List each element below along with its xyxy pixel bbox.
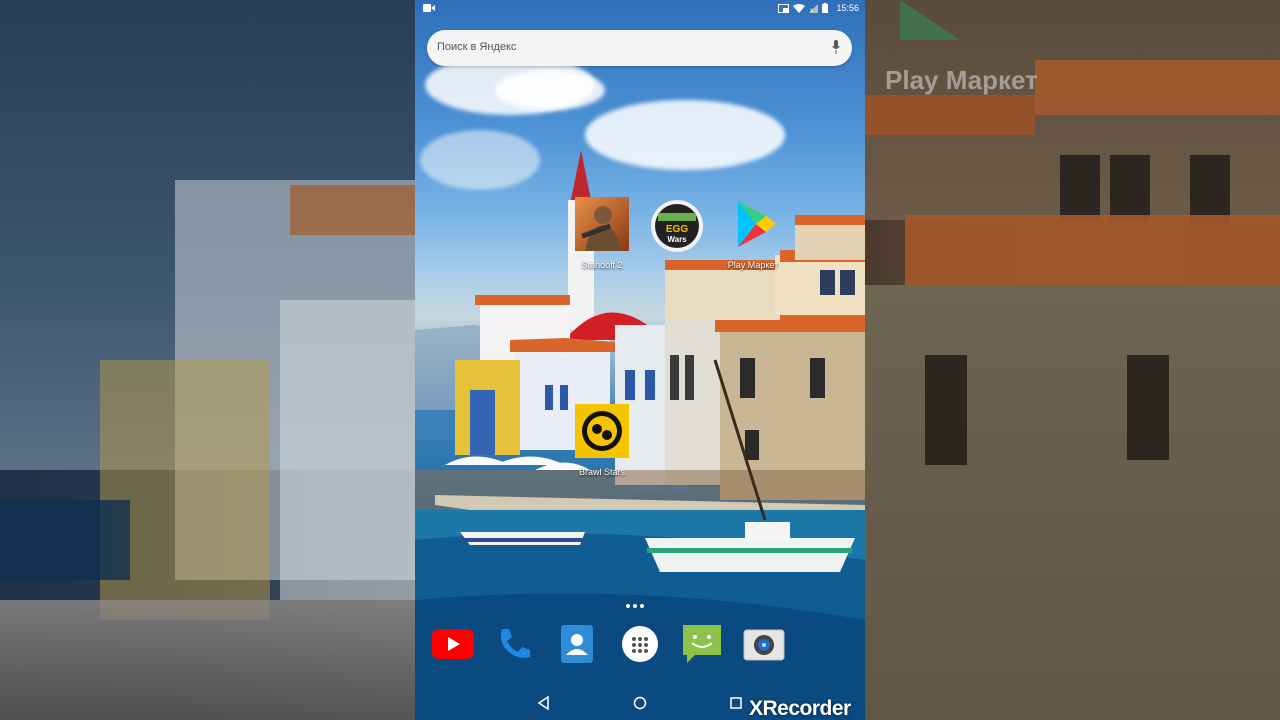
bg-roof	[290, 185, 415, 235]
bg-window	[925, 355, 967, 465]
bg-window	[1060, 155, 1100, 220]
brawl-stars-icon	[575, 404, 629, 458]
app-standoff2[interactable]: Standoff 2	[562, 197, 642, 270]
bg-play-icon-ghost	[900, 0, 960, 40]
battery-icon	[822, 3, 829, 13]
phone-screen: x 15:56 Поиск в Яндекс Standoff 2 EGG Wa…	[415, 0, 865, 720]
svg-text:Wars: Wars	[667, 235, 687, 244]
left-blurred-background	[0, 0, 415, 720]
nav-back[interactable]	[535, 694, 553, 712]
app-drawer-icon	[622, 626, 658, 662]
bg-wall	[865, 285, 1280, 720]
status-icons: x 15:56	[778, 3, 859, 13]
dock-contacts[interactable]	[555, 624, 599, 664]
bg-roof	[905, 215, 1280, 285]
screen-record-icon	[423, 4, 435, 12]
bg-window	[1127, 355, 1169, 460]
play-market-icon	[738, 201, 776, 247]
svg-text:x: x	[810, 8, 813, 13]
youtube-icon	[432, 629, 474, 659]
bg-roof	[1035, 60, 1280, 115]
bg-house	[280, 300, 415, 600]
app-play-market[interactable]: Play Маркет	[713, 197, 793, 270]
camera-icon	[743, 629, 785, 661]
status-bar: x 15:56	[415, 0, 865, 18]
bg-house	[100, 360, 270, 620]
bg-sea	[0, 500, 130, 580]
status-time: 15:56	[836, 3, 859, 13]
nav-home[interactable]	[631, 694, 649, 712]
bg-umbrellas	[0, 600, 415, 720]
page-dot	[640, 604, 644, 608]
app-brawl-stars[interactable]: Brawl Stars	[562, 404, 642, 477]
app-egg-wars[interactable]: EGG Wars	[637, 199, 717, 262]
wallpaper-town	[415, 150, 865, 720]
phone-icon	[500, 629, 530, 658]
app-label: Brawl Stars	[578, 467, 625, 477]
standoff2-icon	[575, 197, 629, 251]
right-blurred-background: Play Маркет	[865, 0, 1280, 720]
dock-app-drawer[interactable]	[618, 624, 662, 664]
home-icon	[633, 696, 647, 710]
bg-window	[1110, 155, 1150, 220]
app-label: Standoff 2	[581, 260, 623, 270]
page-indicator	[626, 604, 644, 608]
svg-text:EGG: EGG	[666, 224, 688, 235]
contacts-icon	[561, 625, 593, 663]
cast-icon	[778, 3, 790, 13]
egg-wars-icon: EGG Wars	[651, 200, 703, 252]
yandex-search-bar[interactable]: Поиск в Яндекс	[427, 30, 852, 66]
xrecorder-watermark: XRecorder	[749, 697, 851, 720]
page-dot	[633, 604, 637, 608]
recents-icon	[730, 697, 742, 709]
page-dot	[626, 604, 630, 608]
mic-icon[interactable]	[832, 40, 840, 54]
dock	[415, 618, 865, 668]
messages-icon	[683, 625, 721, 663]
search-placeholder: Поиск в Яндекс	[437, 41, 517, 53]
bg-ghost-label: Play Маркет	[885, 65, 1038, 95]
dock-phone[interactable]	[493, 624, 537, 664]
wifi-icon	[793, 3, 806, 13]
back-icon	[537, 696, 549, 710]
dock-camera[interactable]	[742, 624, 786, 664]
dock-youtube[interactable]	[431, 624, 475, 664]
bg-roof	[865, 95, 1035, 135]
app-label: Play Маркет	[727, 260, 779, 270]
dock-messages[interactable]	[680, 624, 724, 664]
nav-recents[interactable]	[727, 694, 745, 712]
signal-icon: x	[809, 3, 819, 13]
